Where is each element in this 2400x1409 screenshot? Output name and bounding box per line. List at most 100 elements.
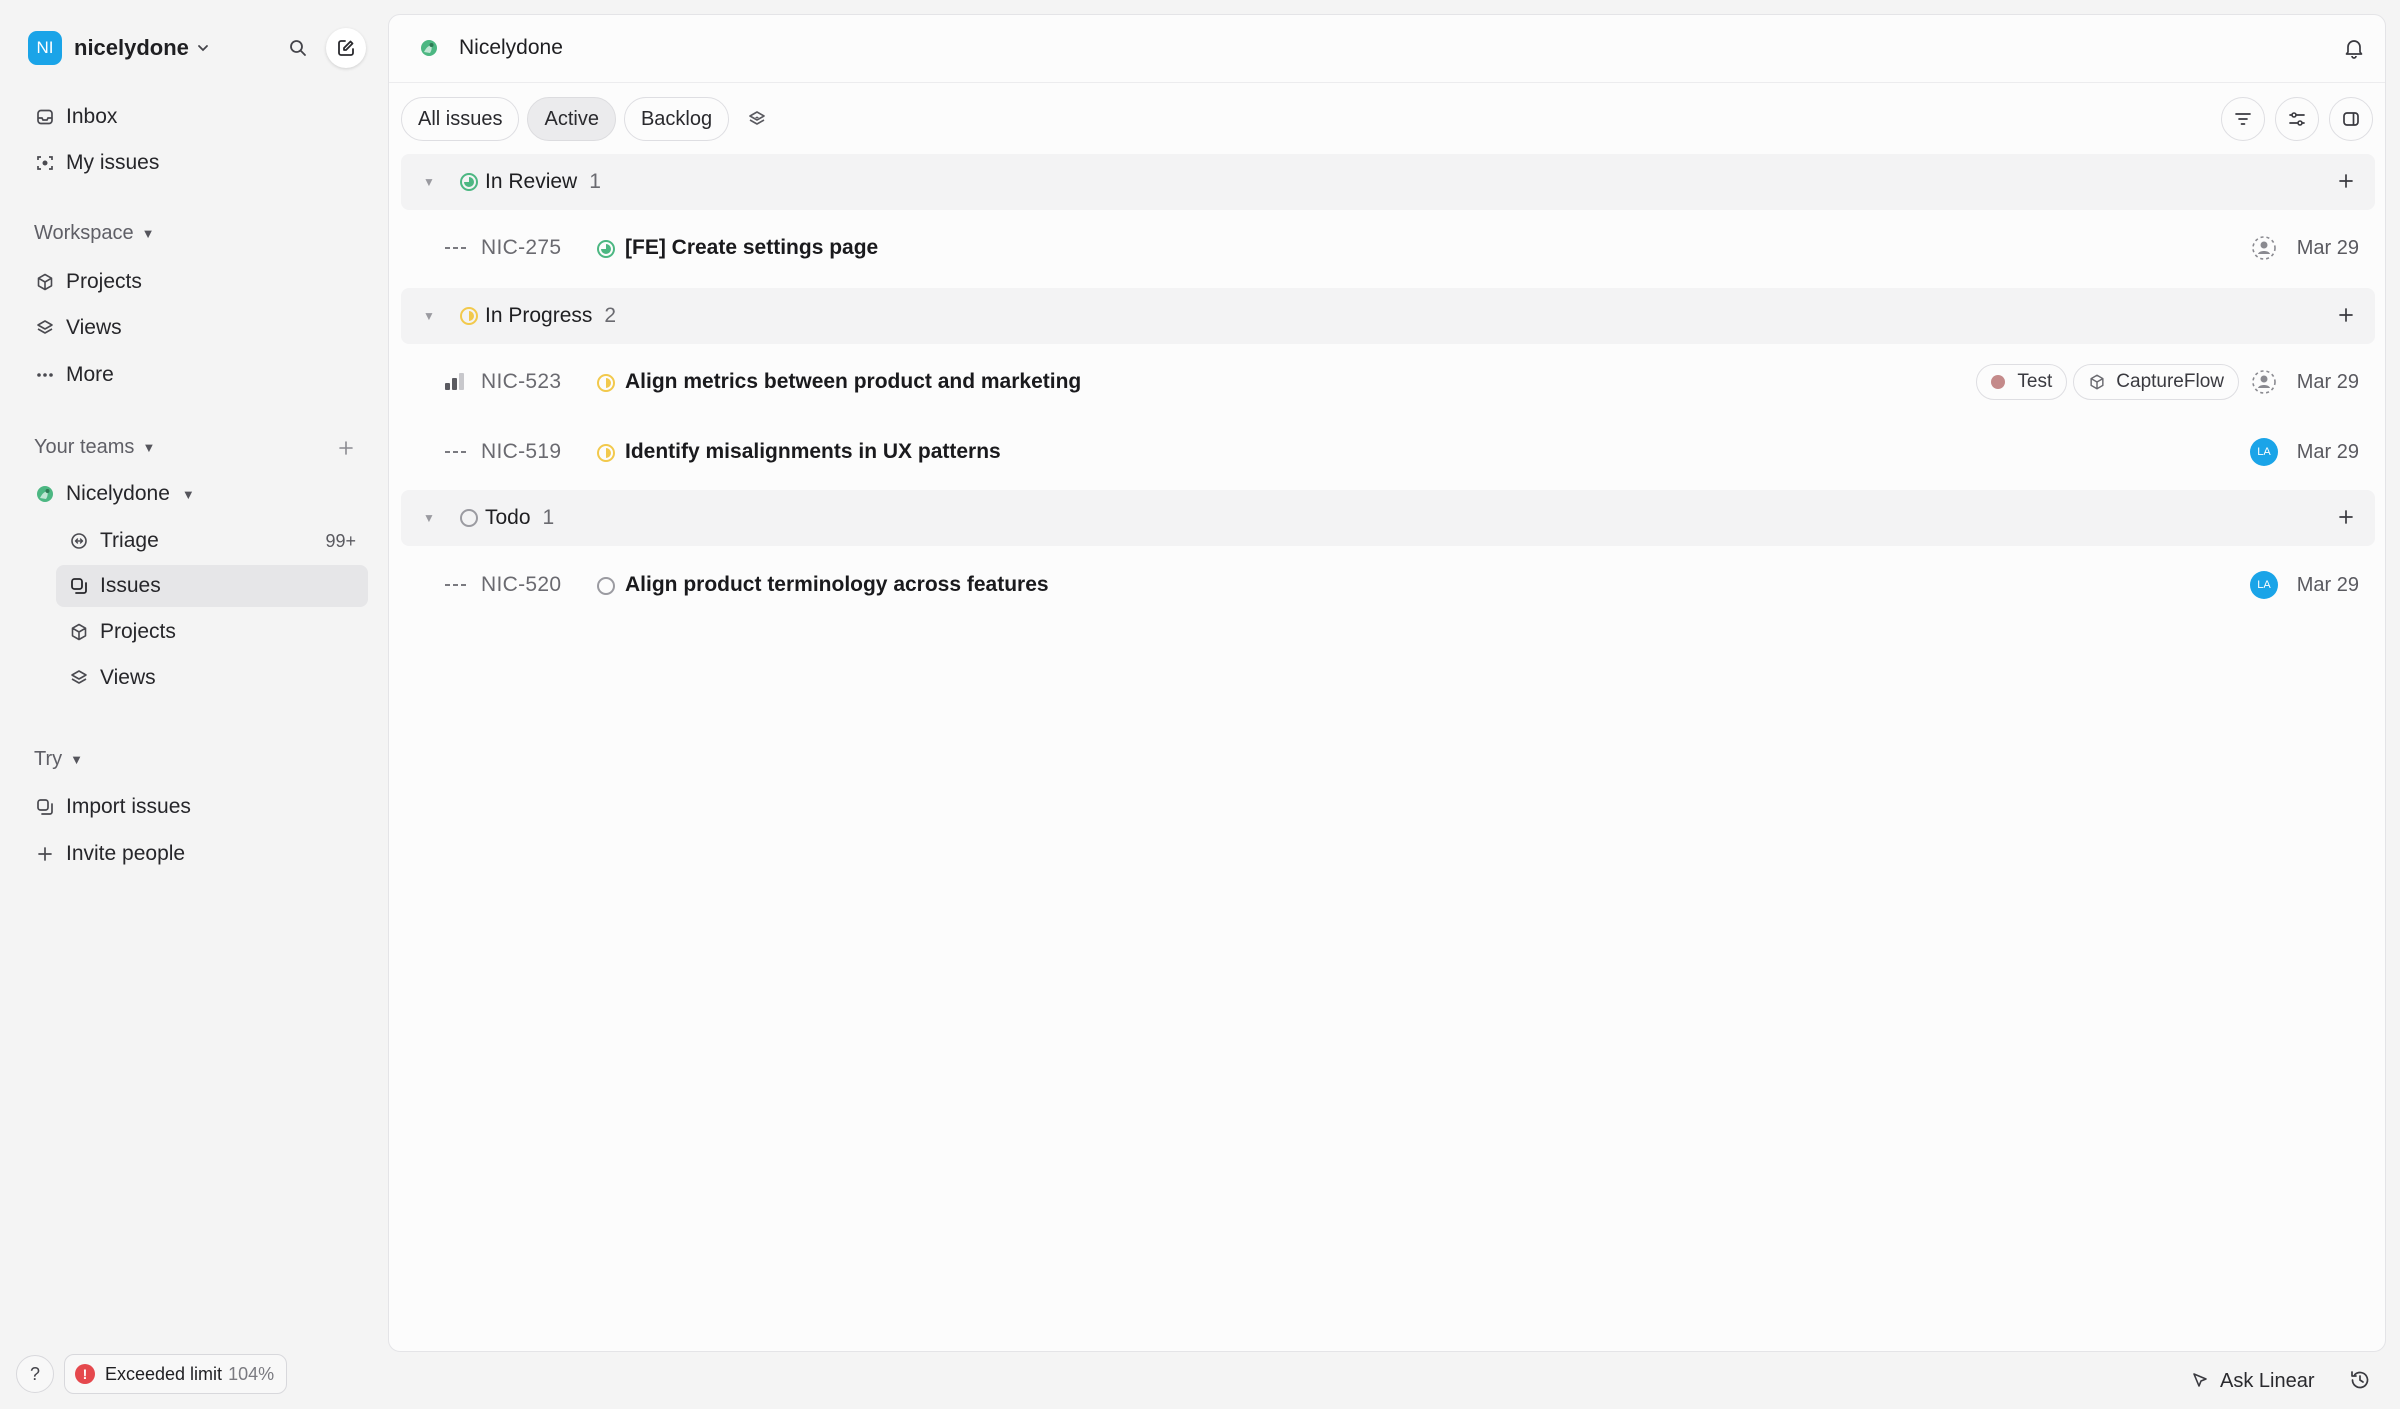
no-priority-icon[interactable] [445,239,467,257]
sidebar-item-label: Views [66,316,122,339]
issue-row[interactable]: NIC-275 [FE] Create settings page Mar 29 [401,216,2375,280]
issue-row[interactable]: NIC-520 Align product terminology across… [401,553,2375,617]
add-team-icon[interactable] [332,434,360,462]
add-issue-icon[interactable] [2335,506,2357,528]
sidebar-item-label: Triage [100,529,159,552]
sidebar-item-my-issues[interactable]: My issues [22,142,368,184]
sidebar-item-label: Views [100,666,156,689]
group-header-in-progress[interactable]: ▼ In Progress 2 [401,288,2375,344]
group-header-todo[interactable]: ▼ Todo 1 [401,490,2375,546]
sidebar-item-triage[interactable]: Triage 99+ [56,520,368,562]
display-options-icon[interactable] [2275,97,2319,141]
label-color-dot [1991,375,2006,389]
no-priority-icon[interactable] [445,443,467,461]
ask-linear-label: Ask Linear [2220,1369,2315,1392]
more-icon [34,364,56,386]
sidebar-item-label: Inbox [66,105,118,128]
sidebar-item-label: More [66,363,114,386]
caret-down-icon: ▼ [181,486,195,502]
group-title: In Progress 2 [485,304,617,327]
issue-date: Mar 29 [2296,236,2359,259]
sidebar-item-team-projects[interactable]: Projects [56,611,368,653]
project-chip[interactable]: CaptureFlow [2073,364,2239,400]
group-title: In Review 1 [485,170,601,193]
bell-icon[interactable] [2343,37,2365,59]
exceeded-limit-button[interactable]: ! Exceeded limit 104% [64,1354,288,1394]
unassigned-icon[interactable] [2249,367,2279,397]
issue-row[interactable]: NIC-523 Align metrics between product an… [401,350,2375,414]
cube-icon [2088,373,2106,391]
caret-down-icon: ▼ [70,752,84,767]
group-header-in-review[interactable]: ▼ In Review 1 [401,154,2375,210]
help-button[interactable]: ? [16,1355,54,1393]
history-icon[interactable] [2348,1368,2372,1392]
sidebar-item-team-views[interactable]: Views [56,657,368,699]
section-label-try: Try [34,748,63,770]
caret-down-icon[interactable]: ▼ [423,511,435,525]
main-header: Nicelydone [389,15,2385,83]
ask-linear-button[interactable]: Ask Linear [2190,1366,2315,1396]
sidebar-item-label: Issues [100,574,161,597]
sidebar-item-issues[interactable]: Issues [56,565,368,607]
in-progress-status-icon[interactable] [596,373,616,393]
workspace-switcher[interactable]: NI nicelydone [28,31,211,65]
issue-row[interactable]: NIC-519 Identify misalignments in UX pat… [401,420,2375,484]
avatar[interactable]: LA [2249,437,2279,467]
layers-icon [34,317,56,339]
limit-percent: 104% [228,1363,275,1384]
sidebar-item-more[interactable]: More [22,354,368,396]
sidebar-item-projects[interactable]: Projects [22,261,368,303]
cube-icon [68,621,90,643]
issue-id: NIC-275 [481,236,562,259]
section-label-teams: Your teams [34,436,135,458]
issue-date: Mar 29 [2296,440,2359,463]
issue-meta: LA Mar 29 [2239,553,2359,617]
sidebar-item-inbox[interactable]: Inbox [22,96,368,138]
teams-section-toggle[interactable]: Your teams ▼ [34,436,155,459]
caret-down-icon: ▼ [142,440,156,455]
add-issue-icon[interactable] [2335,170,2357,192]
in-review-status-icon [459,172,479,192]
unassigned-icon[interactable] [2249,233,2279,263]
issue-title: Align product terminology across feature… [625,573,1049,596]
search-icon[interactable] [278,28,318,68]
sidebar: NI nicelydone Inbox My issues Workspace … [0,0,380,1409]
medium-priority-icon[interactable] [445,373,467,391]
label-chip[interactable]: Test [1976,364,2068,400]
sidebar-item-import-issues[interactable]: Import issues [22,786,368,828]
sidebar-item-invite-people[interactable]: Invite people [22,833,368,875]
main-panel: Nicelydone All issues Active Backlog ▼ I… [388,14,2386,1352]
in-review-status-icon[interactable] [596,239,616,259]
compose-icon[interactable] [326,28,366,68]
try-section-toggle[interactable]: Try ▼ [34,748,83,771]
caret-down-icon[interactable]: ▼ [423,309,435,323]
no-priority-icon[interactable] [445,576,467,594]
add-issue-icon[interactable] [2335,304,2357,326]
issue-date: Mar 29 [2296,573,2359,596]
sidebar-item-team-nicelydone[interactable]: Nicelydone ▼ [22,473,368,515]
issue-id: NIC-520 [481,573,562,596]
side-panel-icon[interactable] [2329,97,2373,141]
label-text: Test [2017,371,2053,392]
page-title[interactable]: Nicelydone [459,36,563,60]
avatar[interactable]: LA [2249,570,2279,600]
sidebar-item-label: Nicelydone [66,482,170,505]
project-text: CaptureFlow [2116,371,2224,392]
views-layers-icon[interactable] [737,97,777,141]
in-progress-status-icon [459,306,479,326]
in-progress-status-icon[interactable] [596,443,616,463]
filter-icon[interactable] [2221,97,2265,141]
sidebar-item-label: Import issues [66,795,191,818]
caret-down-icon[interactable]: ▼ [423,175,435,189]
layers-icon [68,667,90,689]
issues-icon [68,575,90,597]
tab-active[interactable]: Active [527,97,616,141]
todo-status-icon[interactable] [596,576,616,596]
workspace-section-toggle[interactable]: Workspace ▼ [34,222,155,245]
tab-backlog[interactable]: Backlog [623,97,730,141]
issue-date: Mar 29 [2296,370,2359,393]
tab-all-issues[interactable]: All issues [401,97,520,141]
view-options [2211,97,2373,141]
sidebar-item-views[interactable]: Views [22,307,368,349]
workspace-avatar: NI [28,31,62,65]
